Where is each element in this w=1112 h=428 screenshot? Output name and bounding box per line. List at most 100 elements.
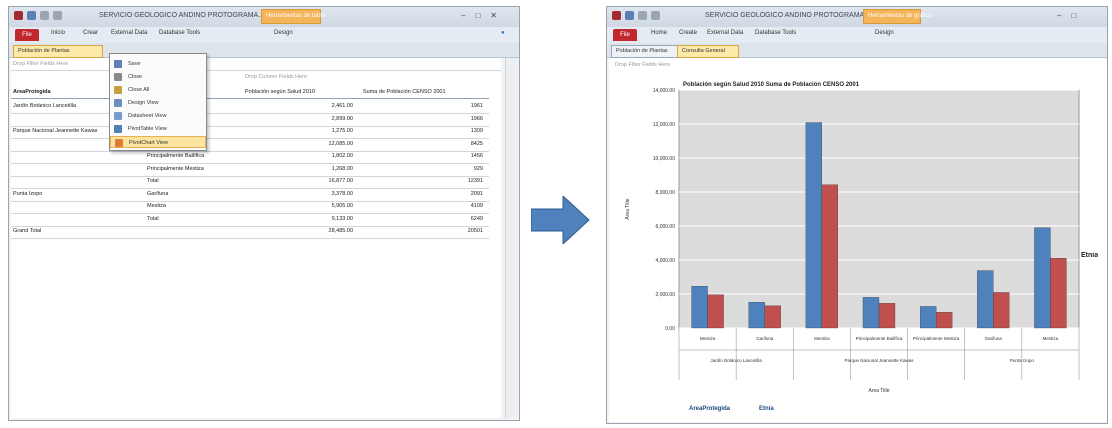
left-document-tabs: Población de Plantas [9, 43, 519, 58]
column-drop-zone[interactable]: Drop Column Fields Here [245, 74, 307, 80]
menu-item-label: PivotChart View [129, 140, 169, 146]
context-menu-item[interactable]: Save [110, 58, 206, 70]
context-menu-item[interactable]: Close All [110, 84, 206, 96]
bar-series-2 [707, 294, 724, 329]
menu-item-icon [114, 99, 122, 107]
bar-series-1 [748, 302, 765, 329]
pivot-chart-area: Drop Filter Fields Here 0.00 2,000.00 4,00… [609, 58, 1107, 422]
bar-series-2 [821, 184, 839, 329]
x-category-label: Principalmente Mestiza [913, 336, 960, 341]
left-file-tab[interactable]: File [15, 29, 39, 41]
left-ribbon-tab-external-data[interactable]: External Data [111, 30, 147, 36]
row-value-1: 12,085.00 [328, 140, 353, 147]
help-icon[interactable]: ● [501, 30, 505, 36]
save-icon[interactable] [27, 11, 36, 20]
chart-field-button[interactable]: AreaProtegida [689, 406, 731, 412]
redo-icon[interactable] [53, 11, 62, 20]
left-ribbon-tab-create[interactable]: Crear [83, 30, 98, 36]
context-menu-item[interactable]: Close [110, 71, 206, 83]
bar-series-1 [691, 286, 708, 329]
x-category-label: Garifuna [985, 336, 1003, 341]
menu-item-icon [114, 60, 122, 68]
bar-series-2 [764, 305, 781, 329]
header-value-1[interactable]: Población según Salud 2010 [245, 89, 363, 95]
left-ribbon-tab-home[interactable]: Inicio [51, 30, 65, 36]
row-divider [11, 163, 489, 164]
left-context-tab-badge[interactable]: Herramientas de tabla [261, 9, 325, 24]
menu-item-icon [114, 112, 122, 120]
left-title-bar: SERVICIO GEOLOGICO ANDINO PROTOGRAMA... … [9, 7, 519, 27]
left-access-window: SERVICIO GEOLOGICO ANDINO PROTOGRAMA... … [8, 6, 520, 421]
context-menu-item[interactable]: Design View [110, 97, 206, 109]
row-value-2: 1309 [470, 128, 483, 134]
row-area-cell: Grand Total [13, 228, 42, 234]
x-category-label: Garifuna [756, 336, 774, 341]
bar-series-2 [1050, 257, 1067, 329]
row-value-1: 1,268.00 [331, 165, 353, 172]
redo-icon[interactable] [651, 11, 660, 20]
header-value-2[interactable]: Suma de Población CENSO 2001 [363, 89, 487, 95]
row-sub-cell: Garífuna [147, 190, 169, 197]
y-tick-label: 12,000.00 [653, 122, 675, 128]
bar-series-2 [878, 303, 896, 329]
right-file-tab[interactable]: File [613, 29, 637, 41]
row-value-1: 28,485.00 [328, 228, 353, 234]
menu-item-label: Close [128, 74, 143, 80]
row-sub-cell: Total [147, 215, 159, 222]
save-icon[interactable] [625, 11, 634, 20]
access-logo-icon [612, 11, 621, 20]
right-access-window: SERVICIO GEOLOGICO ANDINO PROTOGRAMA... … [606, 6, 1108, 424]
plot-background [678, 89, 1080, 329]
filter-drop-zone[interactable]: Drop Filter Fields Here [13, 61, 68, 67]
row-divider [11, 138, 489, 139]
context-menu: Save Close Close All Design View Datasheet V… [109, 53, 207, 151]
header-area[interactable]: AreaProtegida [13, 89, 51, 95]
context-menu-item[interactable]: PivotTable View [110, 123, 206, 135]
context-menu-item[interactable]: Datasheet View [110, 110, 206, 122]
menu-item-label: PivotTable View [128, 126, 167, 132]
row-value-1: 1,275.00 [331, 128, 353, 134]
right-arrow-icon [531, 196, 590, 244]
right-ribbon-tab-home[interactable]: Home [651, 30, 667, 36]
bar-series-1 [862, 297, 880, 329]
y-axis-title: Area Title [625, 198, 631, 219]
pivot-chart[interactable]: 0.00 2,000.00 4,000.00 6,000.00 8,000.00 10,0… [609, 70, 1107, 420]
left-ribbon-tab-database-tools[interactable]: Database Tools [159, 30, 200, 36]
left-doc-tab[interactable]: Población de Plantas [13, 45, 103, 58]
chart-filter-drop-zone[interactable]: Drop Filter Fields Here [615, 62, 670, 68]
menu-item-icon [114, 125, 122, 133]
row-value-2: 929 [473, 165, 483, 172]
x-category-label: Principalmente Bailífica [856, 336, 903, 341]
left-window-controls[interactable]: –□✕ [461, 11, 507, 20]
right-ribbon-tab-external-data[interactable]: External Data [707, 30, 743, 36]
row-divider [11, 188, 489, 189]
row-divider [11, 238, 489, 239]
right-ribbon-tab-create[interactable]: Create [679, 30, 697, 36]
undo-icon[interactable] [638, 11, 647, 20]
chart-field-button[interactable]: Etnia [759, 406, 774, 412]
right-window-controls[interactable]: –□ [1057, 11, 1086, 20]
row-sub-cell: Principalmente Bailífica [147, 153, 205, 159]
arrow-shape [531, 196, 590, 244]
row-divider [11, 125, 489, 127]
right-doc-tab-query[interactable]: Consulta General [677, 45, 739, 58]
left-ribbon-tab-design[interactable]: Design [274, 30, 293, 36]
row-value-2: 6249 [470, 215, 483, 222]
undo-icon[interactable] [40, 11, 49, 20]
context-menu-item[interactable]: PivotChart View [110, 136, 206, 148]
access-logo-icon [14, 11, 23, 20]
right-doc-tab-table[interactable]: Población de Plantas [611, 45, 683, 58]
row-value-2: 1961 [470, 103, 483, 109]
y-tick-label: 8,000.00 [656, 190, 676, 196]
row-divider [11, 113, 489, 114]
bar-series-2 [993, 292, 1010, 329]
y-tick-label: 0.00 [665, 326, 675, 332]
row-value-1: 3,378.00 [331, 190, 353, 197]
y-tick-label: 10,000.00 [653, 156, 675, 162]
x-axis-title: Area Title [868, 388, 889, 394]
vertical-scrollbar[interactable] [505, 58, 518, 418]
right-ribbon-tab-design[interactable]: Design [875, 30, 894, 36]
right-ribbon-tab-database-tools[interactable]: Database Tools [755, 30, 796, 36]
right-context-tab-badge[interactable]: Herramientas de gráfico [863, 9, 932, 24]
menu-item-icon [114, 73, 122, 81]
